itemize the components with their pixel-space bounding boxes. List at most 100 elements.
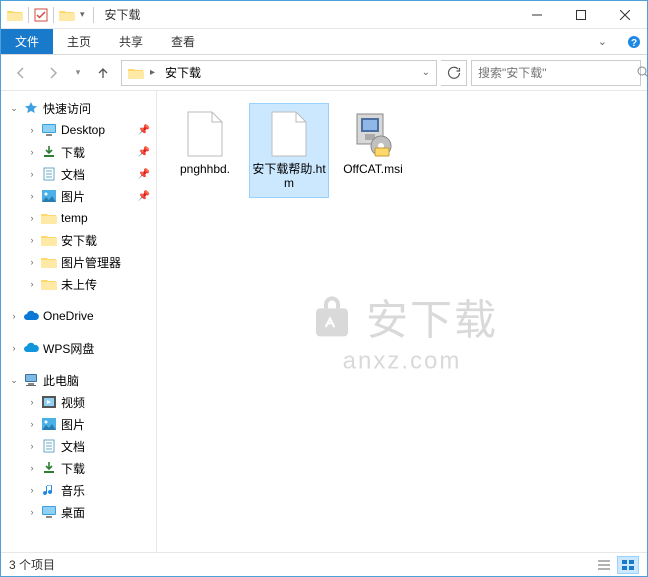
expander-icon[interactable]: › bbox=[27, 279, 37, 289]
desktop-icon bbox=[40, 504, 58, 520]
breadcrumb[interactable]: ▸ 安下载 ⌄ bbox=[121, 60, 437, 86]
qat-checkbox-icon[interactable] bbox=[34, 8, 48, 22]
minimize-button[interactable] bbox=[515, 1, 559, 29]
address-bar: ▾ ▸ 安下载 ⌄ bbox=[1, 55, 647, 91]
folder-icon bbox=[40, 210, 58, 226]
nav-recent-dropdown[interactable]: ▾ bbox=[71, 59, 85, 87]
view-details-button[interactable] bbox=[593, 556, 615, 574]
file-item[interactable]: 安下载帮助.htm bbox=[249, 103, 329, 198]
expander-icon[interactable]: › bbox=[27, 507, 37, 517]
expander-icon[interactable]: › bbox=[27, 169, 37, 179]
sidebar-wps[interactable]: › WPS网盘 bbox=[1, 337, 156, 359]
sidebar-item[interactable]: › temp bbox=[1, 207, 156, 229]
search-input[interactable] bbox=[478, 66, 633, 80]
sidebar-item-label: temp bbox=[61, 211, 156, 225]
sidebar-item[interactable]: › 文档📌 bbox=[1, 163, 156, 185]
sidebar-item-label: 文档 bbox=[61, 166, 135, 183]
sidebar-item[interactable]: ›图片管理器 bbox=[1, 251, 156, 273]
sidebar-item[interactable]: ›下载📌 bbox=[1, 141, 156, 163]
qat-folder-icon[interactable] bbox=[59, 8, 75, 22]
sidebar-this-pc[interactable]: ⌄ 此电脑 bbox=[1, 369, 156, 391]
downloads-icon bbox=[40, 460, 58, 476]
sidebar-item[interactable]: › 下载 bbox=[1, 457, 156, 479]
tab-view[interactable]: 查看 bbox=[157, 29, 209, 54]
expander-icon[interactable]: › bbox=[27, 397, 37, 407]
expander-icon[interactable]: › bbox=[27, 419, 37, 429]
expander-icon[interactable]: › bbox=[27, 147, 37, 157]
expander-icon[interactable]: › bbox=[27, 485, 37, 495]
expander-icon[interactable]: › bbox=[27, 235, 37, 245]
expander-icon[interactable]: › bbox=[27, 191, 37, 201]
sidebar-item[interactable]: ›图片 bbox=[1, 413, 156, 435]
sidebar-item-label: 快速访问 bbox=[43, 100, 156, 117]
star-icon bbox=[22, 100, 40, 116]
tab-file[interactable]: 文件 bbox=[1, 29, 53, 54]
expander-icon[interactable]: › bbox=[27, 441, 37, 451]
sidebar-item-label: 安下载 bbox=[61, 232, 156, 249]
desktop-icon bbox=[40, 122, 58, 138]
close-button[interactable] bbox=[603, 1, 647, 29]
expander-icon[interactable]: ⌄ bbox=[9, 375, 19, 386]
sidebar-item[interactable]: ›桌面 bbox=[1, 501, 156, 523]
sidebar-item[interactable]: ›图片📌 bbox=[1, 185, 156, 207]
help-icon[interactable]: ? bbox=[621, 29, 647, 54]
qat-dropdown-icon[interactable]: ▾ bbox=[77, 9, 88, 20]
expander-icon[interactable]: › bbox=[27, 125, 37, 135]
tab-share[interactable]: 共享 bbox=[105, 29, 157, 54]
expander-icon[interactable]: › bbox=[9, 343, 19, 353]
pictures-icon bbox=[40, 188, 58, 204]
expander-icon[interactable]: › bbox=[27, 463, 37, 473]
file-list-pane[interactable]: 安下载 anxz.com pnghhbd. 安下载帮助.htmOffCAT.msi bbox=[157, 91, 647, 552]
window-title: 安下载 bbox=[105, 6, 141, 23]
chevron-right-icon[interactable]: ▸ bbox=[148, 67, 157, 78]
refresh-button[interactable] bbox=[441, 60, 467, 86]
view-icons-button[interactable] bbox=[617, 556, 639, 574]
app-folder-icon bbox=[7, 8, 23, 22]
nav-up-button[interactable] bbox=[89, 59, 117, 87]
tab-home[interactable]: 主页 bbox=[53, 29, 105, 54]
nav-back-button[interactable] bbox=[7, 59, 35, 87]
maximize-button[interactable] bbox=[559, 1, 603, 29]
svg-text:?: ? bbox=[631, 38, 637, 49]
file-label: 安下载帮助.htm bbox=[252, 162, 326, 191]
sidebar-item-label: 下载 bbox=[61, 460, 156, 477]
expander-icon[interactable]: › bbox=[27, 213, 37, 223]
file-item[interactable]: pnghhbd. bbox=[165, 103, 245, 198]
sidebar-item[interactable]: ›Desktop📌 bbox=[1, 119, 156, 141]
sidebar-item-label: 音乐 bbox=[61, 482, 156, 499]
folder-icon bbox=[40, 232, 58, 248]
breadcrumb-history-dropdown[interactable]: ⌄ bbox=[420, 67, 434, 78]
navigation-pane[interactable]: ⌄ 快速访问 ›Desktop📌›下载📌›文档📌›图片📌›temp›安下载›图片… bbox=[1, 91, 157, 552]
sidebar-item[interactable]: › 音乐 bbox=[1, 479, 156, 501]
status-item-count: 3 个项目 bbox=[9, 556, 55, 573]
nav-forward-button[interactable] bbox=[39, 59, 67, 87]
search-icon[interactable] bbox=[637, 66, 648, 79]
documents-icon bbox=[40, 166, 58, 182]
sidebar-quick-access[interactable]: ⌄ 快速访问 bbox=[1, 97, 156, 119]
expander-icon[interactable]: › bbox=[27, 257, 37, 267]
sidebar-onedrive[interactable]: › OneDrive bbox=[1, 305, 156, 327]
search-box[interactable] bbox=[471, 60, 641, 86]
file-label: pnghhbd. bbox=[180, 162, 230, 176]
status-bar: 3 个项目 bbox=[1, 552, 647, 576]
sidebar-item[interactable]: ›未上传 bbox=[1, 273, 156, 295]
expander-icon[interactable]: › bbox=[9, 311, 19, 321]
downloads-icon bbox=[40, 144, 58, 160]
expander-icon[interactable]: ⌄ bbox=[9, 103, 19, 114]
sidebar-item[interactable]: › 视频 bbox=[1, 391, 156, 413]
sidebar-item[interactable]: › 安下载 bbox=[1, 229, 156, 251]
documents-icon bbox=[40, 438, 58, 454]
sidebar-item-label: 视频 bbox=[61, 394, 156, 411]
file-item[interactable]: OffCAT.msi bbox=[333, 103, 413, 198]
breadcrumb-segment[interactable]: 安下载 bbox=[161, 64, 205, 81]
breadcrumb-folder-icon bbox=[128, 66, 144, 80]
ribbon-expand-icon[interactable]: ⌄ bbox=[584, 29, 621, 54]
sidebar-item-label: 图片 bbox=[61, 188, 135, 205]
file-icon bbox=[349, 110, 397, 158]
cloud-icon bbox=[22, 340, 40, 356]
sidebar-item[interactable]: › 文档 bbox=[1, 435, 156, 457]
sidebar-item-label: 文档 bbox=[61, 438, 156, 455]
sidebar-item-label: 下载 bbox=[61, 144, 135, 161]
pin-icon: 📌 bbox=[138, 169, 150, 180]
watermark: 安下载 anxz.com bbox=[306, 286, 498, 375]
